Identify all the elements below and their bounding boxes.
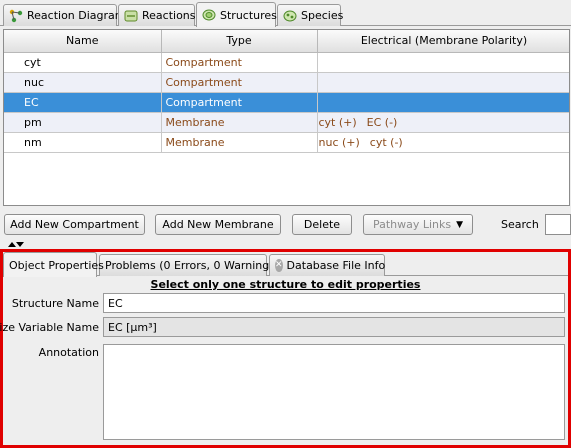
properties-tab-bar: Object Properties Problems (0 Errors, 0 … — [3, 252, 568, 277]
cell-name: pm — [4, 112, 162, 133]
button-label: Add New Compartment — [10, 218, 139, 231]
cell-type: Membrane — [161, 112, 318, 133]
pathway-links-button[interactable]: Pathway Links ▼ — [363, 214, 473, 235]
dropdown-arrow-icon: ▼ — [456, 219, 464, 230]
splitter-arrows-icon[interactable] — [6, 239, 26, 249]
delete-button[interactable]: Delete — [292, 214, 352, 235]
reaction-diagram-icon — [9, 9, 23, 23]
annotation-label: Annotation — [38, 346, 99, 359]
tab-reaction-diagram[interactable]: Reaction Diagram — [3, 4, 126, 26]
tab-label: Database File Info — [286, 259, 386, 272]
add-new-compartment-button[interactable]: Add New Compartment — [4, 214, 145, 235]
positive-polarity: nuc (+) — [318, 135, 360, 149]
tab-structures[interactable]: Structures — [196, 2, 277, 27]
reactions-icon — [124, 9, 138, 23]
cell-name: EC — [4, 92, 162, 113]
table-header-row: Name Type Electrical (Membrane Polarity) — [4, 30, 569, 53]
tab-label: Object Properties — [9, 258, 104, 272]
table-row-selected[interactable]: EC Compartment — [4, 92, 569, 113]
cell-electrical — [317, 72, 569, 93]
cell-electrical — [317, 92, 569, 113]
button-label: Pathway Links — [372, 218, 452, 231]
tab-problems[interactable]: Problems (0 Errors, 0 Warnings) — [99, 254, 279, 276]
structure-name-label: Structure Name — [11, 297, 99, 310]
search-input[interactable] — [545, 214, 571, 235]
tab-label: Species — [301, 9, 344, 22]
tab-label: Reaction Diagram — [27, 9, 126, 22]
main-tab-bar: Reaction Diagram Reactions Structures Sp… — [0, 0, 571, 27]
cell-name: nm — [4, 132, 162, 153]
button-label: Delete — [303, 218, 341, 231]
cell-type: Compartment — [161, 92, 318, 113]
species-icon — [283, 9, 297, 23]
tab-database-file-info[interactable]: ✕ Database File Info — [269, 254, 385, 276]
table-row[interactable]: nuc Compartment — [4, 72, 569, 93]
table-row[interactable]: pm Membrane cyt (+) EC (-) — [4, 112, 569, 133]
positive-polarity: cyt (+) — [318, 115, 357, 129]
cell-type: Compartment — [161, 52, 318, 73]
cell-electrical: cyt (+) EC (-) — [317, 112, 569, 133]
cell-electrical: nuc (+) cyt (-) — [317, 132, 569, 153]
negative-polarity: cyt (-) — [369, 135, 403, 149]
cell-name: cyt — [4, 52, 162, 73]
structure-name-field[interactable]: EC — [103, 293, 565, 313]
button-label: Add New Membrane — [162, 218, 274, 231]
tab-label: Reactions — [142, 9, 196, 22]
tab-object-properties[interactable]: Object Properties — [3, 252, 104, 277]
size-variable-label: Size Variable Name — [0, 321, 99, 334]
column-header-electrical[interactable]: Electrical (Membrane Polarity) — [317, 30, 569, 53]
table-row[interactable]: nm Membrane nuc (+) cyt (-) — [4, 132, 569, 153]
cell-name: nuc — [4, 72, 162, 93]
properties-panel: Object Properties Problems (0 Errors, 0 … — [0, 249, 571, 448]
tab-label: Problems (0 Errors, 0 Warnings) — [105, 259, 280, 272]
tab-reactions[interactable]: Reactions — [118, 4, 196, 26]
search-label: Search — [501, 218, 539, 231]
size-variable-field: EC [µm³] — [103, 317, 565, 337]
tab-species[interactable]: Species — [277, 4, 344, 26]
negative-polarity: EC (-) — [366, 115, 398, 129]
annotation-textarea[interactable] — [103, 344, 565, 440]
selection-notice: Select only one structure to edit proper… — [150, 278, 421, 291]
column-header-type[interactable]: Type — [161, 30, 318, 53]
add-new-membrane-button[interactable]: Add New Membrane — [155, 214, 281, 235]
table-row[interactable]: cyt Compartment — [4, 52, 569, 73]
structures-icon — [202, 8, 216, 22]
cell-electrical — [317, 52, 569, 73]
cell-type: Membrane — [161, 132, 318, 153]
tab-label: Structures — [220, 8, 277, 22]
cell-type: Compartment — [161, 72, 318, 93]
structures-table[interactable]: Name Type Electrical (Membrane Polarity)… — [3, 29, 570, 206]
close-icon[interactable]: ✕ — [275, 259, 283, 272]
column-header-name[interactable]: Name — [4, 30, 162, 53]
